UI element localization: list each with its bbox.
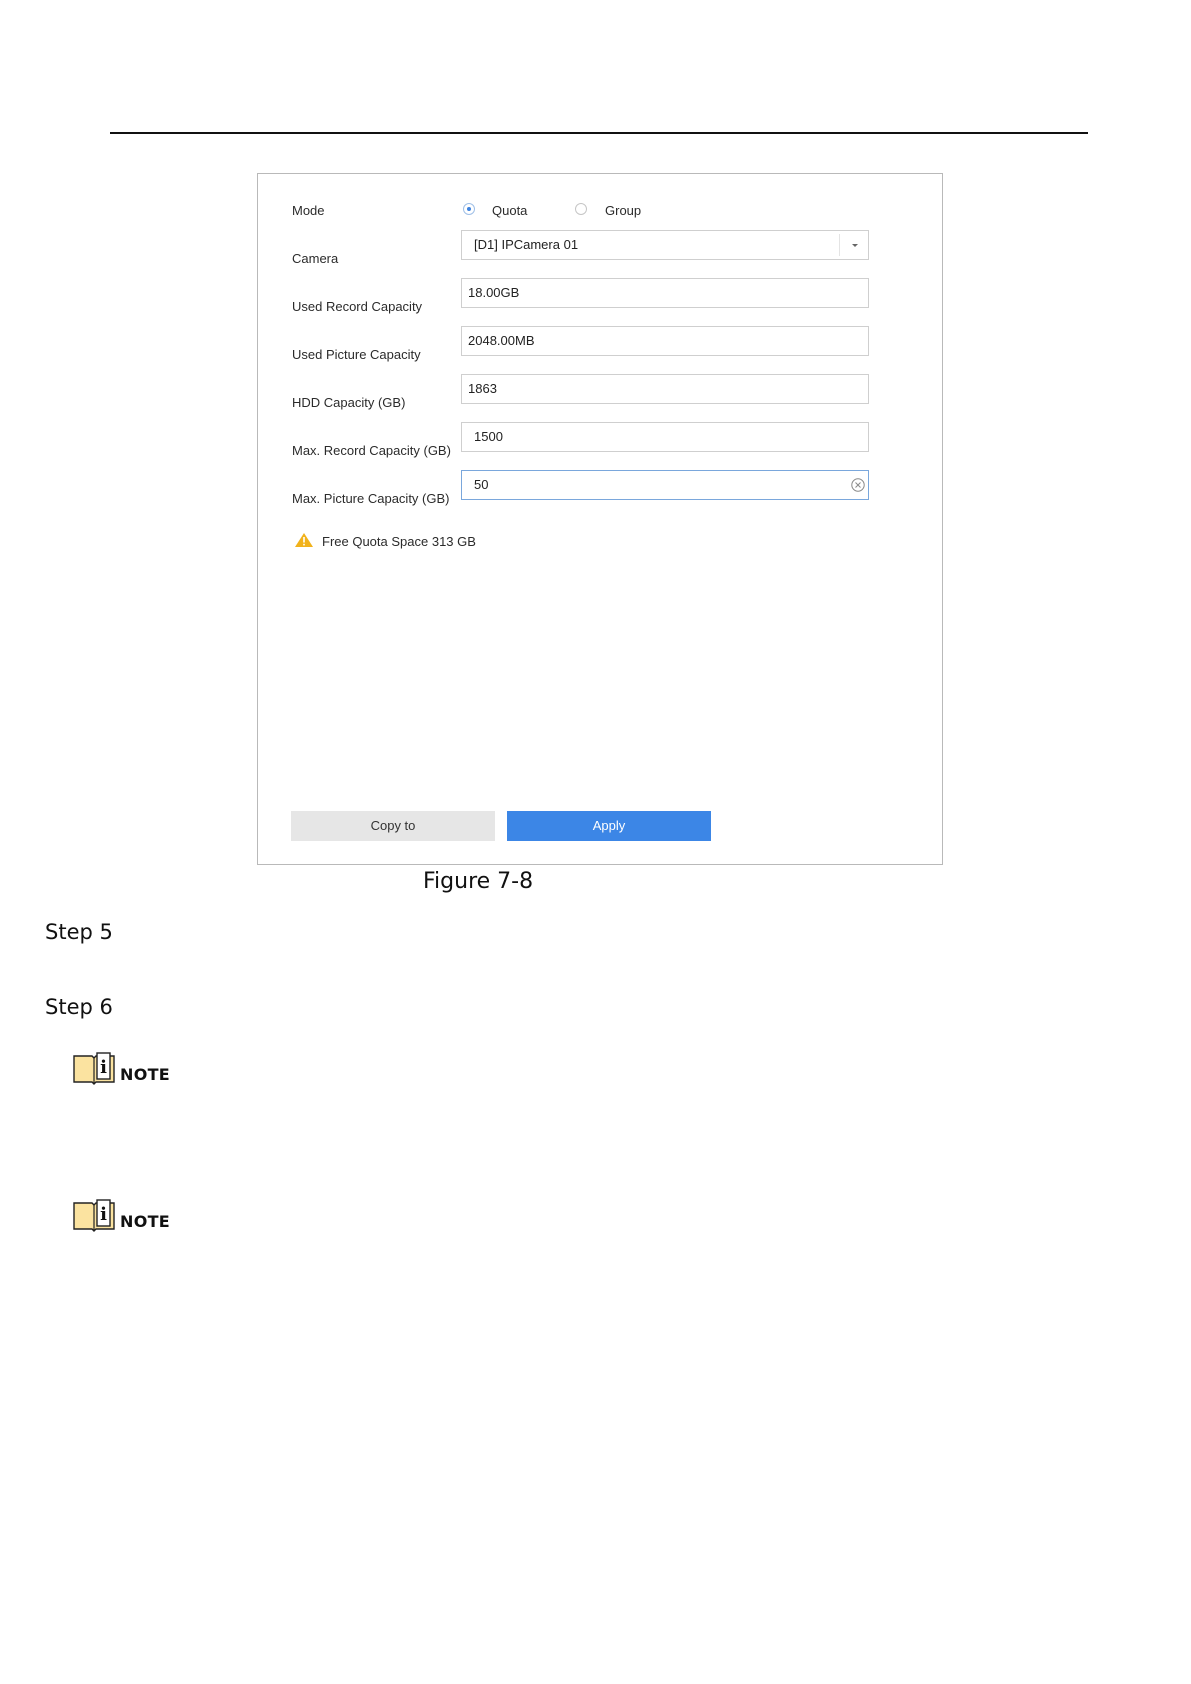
camera-select-value: [D1] IPCamera 01 [474, 237, 579, 252]
svg-text:i: i [100, 1057, 107, 1078]
radio-group[interactable] [575, 203, 587, 215]
warning-icon [295, 533, 313, 547]
radio-group-label[interactable]: Group [605, 203, 641, 219]
used-picture-capacity-value: 2048.00MB [468, 333, 535, 348]
used-picture-capacity-field: 2048.00MB [461, 326, 869, 356]
note-book-icon: i [73, 1052, 115, 1085]
clear-icon[interactable] [850, 477, 866, 493]
free-quota-space-text: Free Quota Space 313 GB [322, 534, 476, 549]
note-label: NOTE [120, 1212, 171, 1231]
max-picture-capacity-input[interactable]: 50 [461, 470, 869, 500]
note-label: NOTE [120, 1065, 171, 1084]
dropdown-separator [839, 234, 840, 256]
note-book-icon: i [73, 1199, 115, 1232]
svg-text:i: i [100, 1204, 107, 1225]
radio-quota-label[interactable]: Quota [492, 203, 527, 219]
used-record-capacity-value: 18.00GB [468, 285, 520, 300]
apply-button[interactable]: Apply [507, 811, 711, 841]
max-record-capacity-label: Max. Record Capacity (GB) [292, 443, 451, 458]
figure-caption: Figure 7-8 [423, 869, 534, 894]
note-callout: i NOTE [72, 1198, 182, 1232]
chevron-down-icon[interactable] [852, 244, 858, 247]
page-header-rule [110, 132, 1088, 134]
max-record-capacity-input[interactable]: 1500 [461, 422, 869, 452]
hdd-capacity-value: 1863 [468, 381, 497, 396]
used-picture-capacity-label: Used Picture Capacity [292, 347, 421, 362]
camera-label: Camera [292, 251, 339, 266]
storage-quota-dialog: Mode Quota Group Camera [D1] IPCamera 01… [257, 173, 943, 865]
used-record-capacity-label: Used Record Capacity [292, 299, 423, 314]
note-callout: i NOTE [72, 1051, 182, 1085]
camera-select[interactable]: [D1] IPCamera 01 [461, 230, 869, 260]
max-picture-capacity-value: 50 [474, 477, 489, 492]
mode-label: Mode [292, 203, 325, 218]
max-picture-capacity-label: Max. Picture Capacity (GB) [292, 491, 450, 506]
radio-quota[interactable] [463, 203, 475, 215]
step-6-label: Step 6 [45, 995, 113, 1019]
hdd-capacity-field: 1863 [461, 374, 869, 404]
step-5-label: Step 5 [45, 920, 113, 944]
used-record-capacity-field: 18.00GB [461, 278, 869, 308]
hdd-capacity-label: HDD Capacity (GB) [292, 395, 406, 410]
max-record-capacity-value: 1500 [474, 429, 503, 444]
copy-to-button[interactable]: Copy to [291, 811, 495, 841]
